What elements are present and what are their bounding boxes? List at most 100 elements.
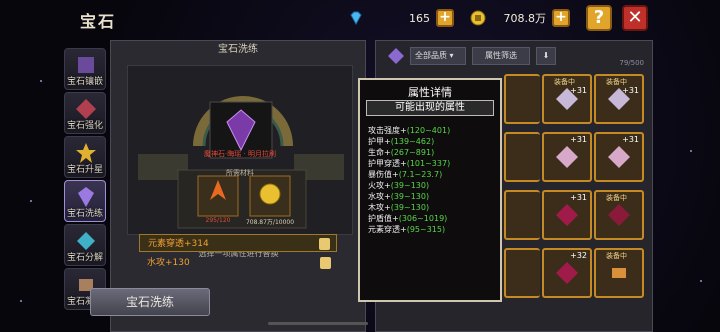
tab-label: 宝石分解 — [66, 253, 103, 263]
help-button[interactable]: ? — [586, 5, 612, 31]
level-tag: +31 — [622, 135, 639, 144]
gem-slot[interactable]: 装备中 — [594, 248, 644, 298]
gem-slot[interactable]: 装备中 — [594, 190, 644, 240]
star — [690, 150, 692, 152]
level-tag: +32 — [570, 251, 587, 260]
gem-slot[interactable]: +31 — [594, 132, 644, 182]
attr-range: (306~1019) — [398, 214, 448, 223]
attribute-line: 生命+(267~891) — [368, 148, 434, 158]
add-diamond-button[interactable]: + — [436, 9, 454, 27]
gem-slot-partial[interactable] — [504, 132, 540, 182]
tab-gem-enhance[interactable]: 宝石强化 — [64, 92, 106, 134]
tab-gem-star[interactable]: 宝石升星 — [64, 136, 106, 178]
tab-label: 宝石洗练 — [66, 209, 103, 219]
attr-range: (120~401) — [406, 126, 451, 135]
material2-count: 708.87万/10000 — [245, 219, 295, 226]
attr-option-label: 元素穿透+314 — [148, 239, 209, 249]
gem-slot-partial[interactable] — [504, 74, 540, 124]
quality-filter[interactable]: 全部品质 ▾ — [410, 47, 466, 65]
page-title: 宝石 — [80, 12, 117, 31]
tab-label: 宝石强化 — [66, 121, 103, 131]
attr-range: (267~891) — [390, 148, 435, 157]
scroll-indicator[interactable] — [268, 322, 368, 325]
star — [30, 200, 32, 202]
wash-button[interactable]: 宝石洗练 — [90, 288, 210, 316]
attr-name: 护甲穿透+ — [368, 159, 407, 168]
materials-label: 所需材料 — [226, 169, 254, 177]
attr-name: 护盾值+ — [368, 214, 399, 223]
attr-range: (101~337) — [406, 159, 451, 168]
attr-option[interactable]: 水攻+130 — [139, 254, 337, 272]
material1-count: 295/120 — [205, 217, 231, 224]
attribute-line: 护甲+(139~462) — [368, 137, 434, 147]
diamond-counter: 165 + — [348, 8, 454, 28]
attr-range: (139~462) — [390, 137, 435, 146]
gem-slot[interactable]: +31 — [542, 132, 592, 182]
gem-icon — [608, 204, 630, 226]
attr-name: 水攻+ — [368, 192, 391, 201]
gem-slot[interactable]: 装备中 +31 — [594, 74, 644, 124]
attribute-line: 攻击强度+(120~401) — [368, 126, 450, 136]
tab-gem-inlay[interactable]: 宝石镶嵌 — [64, 48, 106, 90]
attr-range: (39~130) — [390, 181, 430, 190]
attribute-line: 护盾值+(306~1019) — [368, 214, 447, 224]
gold-counter: 708.8万 + — [470, 8, 570, 28]
star — [40, 80, 42, 82]
tooltip-title: 属性详情 — [408, 86, 452, 99]
attribute-tooltip: 属性详情 可能出现的属性 攻击强度+(120~401) 护甲+(139~462)… — [358, 78, 502, 302]
level-tag: +31 — [570, 135, 587, 144]
diamond-icon — [350, 11, 362, 26]
attr-range: (7.1~23.7) — [398, 170, 443, 179]
level-tag: +31 — [570, 86, 587, 95]
level-tag: +31 — [570, 193, 587, 202]
gem-slot[interactable]: +31 — [542, 190, 592, 240]
lock-icon[interactable] — [320, 257, 331, 269]
equipped-tag: 装备中 — [606, 252, 627, 260]
attr-range: (95~315) — [406, 225, 446, 234]
attribute-line: 元素穿透+(95~315) — [368, 225, 445, 235]
star — [20, 300, 22, 302]
tab-gem-wash[interactable]: 宝石洗练 — [64, 180, 106, 222]
attribute-line: 火攻+(39~130) — [368, 181, 429, 191]
gem-slot[interactable]: 装备中 +31 — [542, 74, 592, 124]
star — [700, 280, 702, 282]
gem-icon — [608, 146, 630, 168]
equipped-tag: 装备中 — [606, 194, 627, 202]
gem-icon — [612, 268, 626, 278]
lock-icon[interactable] — [319, 238, 330, 250]
attr-name: 生命+ — [368, 148, 391, 157]
attr-option[interactable]: 元素穿透+314 — [139, 234, 337, 252]
tab-label: 宝石镶嵌 — [66, 77, 103, 87]
attr-name: 暴伤值+ — [368, 170, 399, 179]
gold-coin-icon — [470, 10, 486, 26]
attr-option-label: 水攻+130 — [147, 258, 190, 268]
add-gold-button[interactable]: + — [552, 9, 570, 27]
tooltip-subtitle: 可能出现的属性 — [366, 100, 494, 116]
gem-icon — [556, 262, 578, 284]
attr-range: (39~130) — [390, 192, 430, 201]
inventory-count: 79/500 — [619, 59, 644, 67]
attribute-line: 水攻+(39~130) — [368, 192, 429, 202]
attr-filter-button[interactable]: 属性筛选 — [472, 47, 530, 65]
gem-name: 魔神石·晦瑶 · 明月拉刷 — [204, 150, 276, 158]
sort-button[interactable]: ⬇ — [536, 47, 556, 65]
tab-gem-decompose[interactable]: 宝石分解 — [64, 224, 106, 266]
attribute-line: 木攻+(39~130) — [368, 203, 429, 213]
gold-value: 708.8万 — [503, 12, 547, 25]
tab-label: 宝石升星 — [66, 165, 103, 175]
close-button[interactable]: ✕ — [622, 5, 648, 31]
gem-slot-partial[interactable] — [504, 190, 540, 240]
gem-slot[interactable]: +32 — [542, 248, 592, 298]
attribute-line: 暴伤值+(7.1~23.7) — [368, 170, 442, 180]
attr-name: 元素穿透+ — [368, 225, 407, 234]
gem-icon — [556, 146, 578, 168]
attr-name: 护甲+ — [368, 137, 391, 146]
level-tag: +31 — [622, 86, 639, 95]
gem-slot-partial[interactable] — [504, 248, 540, 298]
attr-range: (39~130) — [390, 203, 430, 212]
attr-name: 攻击强度+ — [368, 126, 407, 135]
gem-filter-icon — [388, 48, 404, 64]
diamond-value: 165 — [409, 11, 430, 25]
attr-name: 火攻+ — [368, 181, 391, 190]
attr-name: 木攻+ — [368, 203, 391, 212]
